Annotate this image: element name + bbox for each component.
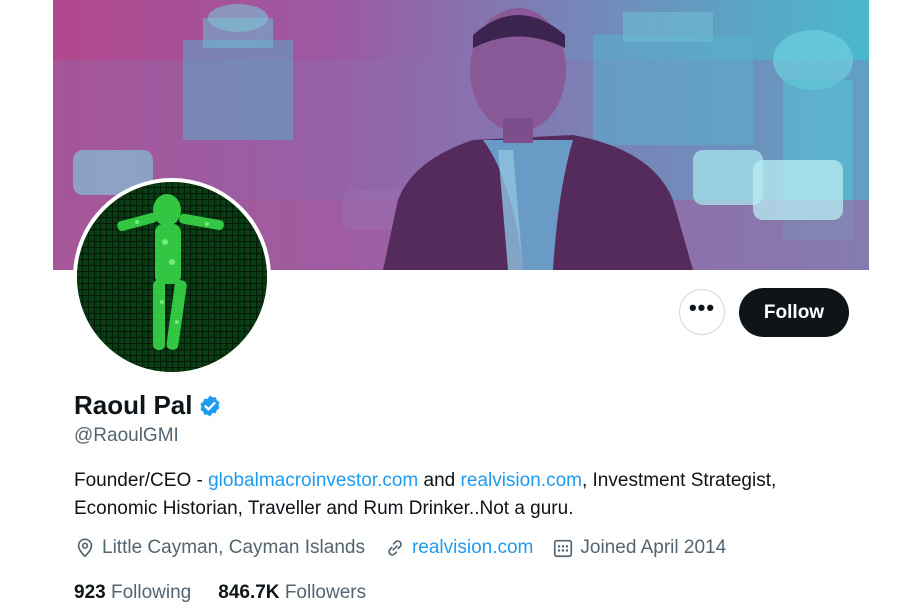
user-handle: @RaoulGMI <box>74 425 179 446</box>
website-item: realvision.com <box>384 537 533 559</box>
followers-link[interactable]: 846.7K Followers <box>218 582 366 604</box>
following-label: Following <box>110 582 192 603</box>
display-name: Raoul Pal <box>74 390 193 420</box>
joined-item: Joined April 2014 <box>552 537 726 559</box>
bio-link-realvision[interactable]: realvision.com <box>461 470 582 491</box>
location-item: Little Cayman, Cayman Islands <box>74 537 365 559</box>
followers-count: 846.7K <box>218 582 280 603</box>
follow-button[interactable]: Follow <box>739 288 849 337</box>
following-link[interactable]: 923 Following <box>74 582 191 604</box>
following-count: 923 <box>74 582 106 603</box>
avatar[interactable] <box>73 178 271 376</box>
location-text: Little Cayman, Cayman Islands <box>102 537 365 558</box>
bio-text-mid: and <box>418 470 461 491</box>
joined-text: Joined April 2014 <box>580 537 727 558</box>
name-row: Raoul Pal <box>74 390 222 421</box>
calendar-icon <box>554 539 573 558</box>
website-link[interactable]: realvision.com <box>412 537 533 559</box>
more-options-button[interactable]: ••• <box>679 289 725 335</box>
avatar-image <box>77 182 267 372</box>
bio-text-prefix: Founder/CEO - <box>74 470 209 491</box>
profile-meta: Little Cayman, Cayman Islands realvision… <box>74 537 745 559</box>
link-icon <box>388 540 402 556</box>
followers-label: Followers <box>284 582 367 603</box>
more-dots-icon: ••• <box>688 295 716 320</box>
location-pin-icon <box>77 538 93 558</box>
bio: Founder/CEO - globalmacroinvestor.com an… <box>74 467 864 523</box>
follow-stats: 923 Following 846.7K Followers <box>74 582 393 604</box>
bio-link-globalmacroinvestor[interactable]: globalmacroinvestor.com <box>208 470 418 491</box>
verified-badge-icon[interactable] <box>198 394 222 418</box>
